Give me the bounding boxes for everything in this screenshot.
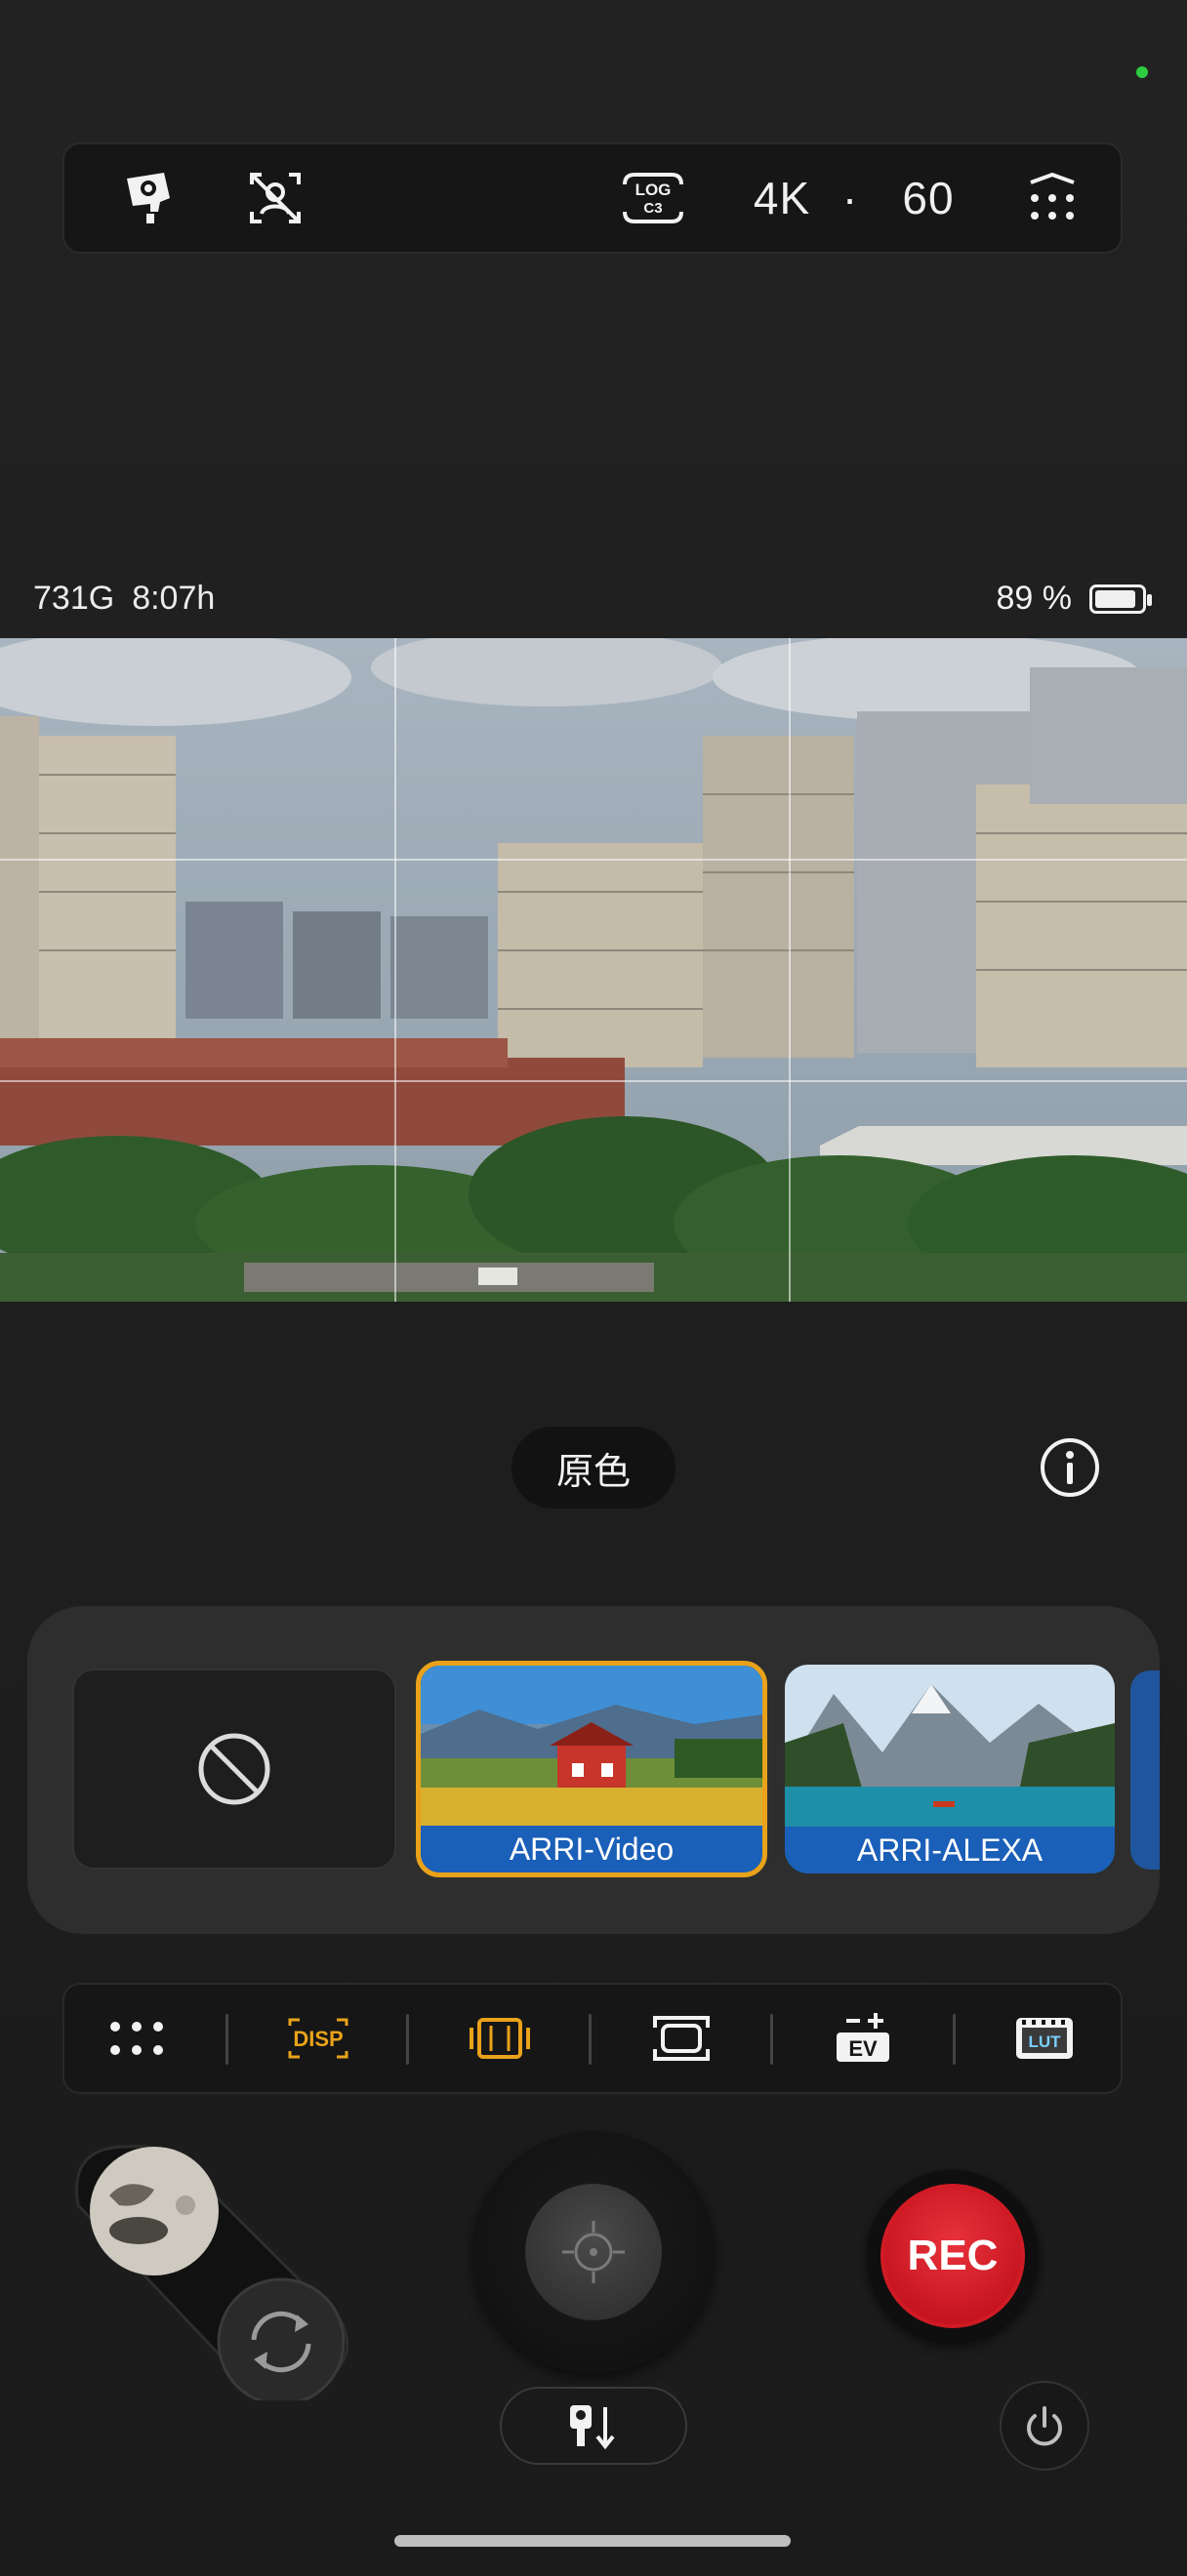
- storage-remaining: 731G: [33, 580, 115, 617]
- grid-line-h2: [0, 1080, 1187, 1082]
- disp-icon: DISP: [288, 2018, 348, 2059]
- current-filter-label[interactable]: 原色: [512, 1427, 675, 1509]
- film-frame-button[interactable]: [441, 1985, 558, 2092]
- gimbal-mode-icon: [570, 2405, 615, 2450]
- power-button[interactable]: [1000, 2381, 1089, 2471]
- lut-none-option[interactable]: [72, 1669, 396, 1870]
- recording-info: 731G 8:07h: [33, 580, 215, 618]
- grid-line-h1: [0, 859, 1187, 861]
- home-indicator[interactable]: [394, 2535, 791, 2547]
- resolution-separator: ·: [841, 173, 859, 223]
- log-profile-button[interactable]: LOG C3: [599, 144, 707, 252]
- exposure-button[interactable]: EV: [804, 1985, 921, 2092]
- settings-dots-icon: [1030, 172, 1075, 220]
- grid-line-v1: [394, 638, 396, 1302]
- toolbar-separator: [953, 2014, 956, 2065]
- battery-level-fill: [1095, 589, 1135, 608]
- filter-info-button[interactable]: [1039, 1436, 1101, 1499]
- viewfinder-scene: [0, 638, 1187, 1302]
- camera-mode-button[interactable]: [103, 144, 201, 252]
- time-remaining: 8:07h: [132, 580, 216, 617]
- film-frame-icon: [470, 2018, 530, 2059]
- lens-switch-track: [75, 2145, 349, 2406]
- disp-text: DISP: [293, 2027, 343, 2051]
- gimbal-joystick[interactable]: [525, 2184, 662, 2320]
- power-icon: [1027, 2406, 1062, 2446]
- lut-selector-panel: ARRI-Video ARRI-ALEXA: [27, 1606, 1160, 1934]
- function-toolbar: DISP EV LUT: [62, 1983, 1123, 2094]
- lut-text: LUT: [1028, 2033, 1061, 2051]
- lut-button[interactable]: LUT: [986, 1985, 1103, 2092]
- ev-icon: EV: [837, 2013, 889, 2062]
- battery-info: 89 %: [996, 580, 1152, 618]
- toolbar-separator: [770, 2014, 773, 2065]
- camera-screen: LOG C3 4K · 60 731G 8:07h 89 % 原色 ARRI-V…: [0, 0, 1187, 2576]
- camera-viewfinder[interactable]: [0, 638, 1187, 1302]
- lens-switch-slider[interactable]: [59, 2137, 371, 2406]
- toolbar-separator: [589, 2014, 592, 2065]
- toolbar-separator: [225, 2014, 228, 2065]
- lut-icon: LUT: [1016, 2018, 1073, 2059]
- frame-rate-label[interactable]: 60: [875, 144, 982, 252]
- battery-percent: 89 %: [996, 580, 1073, 617]
- record-button[interactable]: REC: [880, 2184, 1025, 2328]
- lut-option-arri-alexa[interactable]: ARRI-ALEXA: [785, 1665, 1115, 1873]
- top-toolbar: LOG C3 4K · 60: [62, 142, 1123, 254]
- lut-option-label: ARRI-Video: [421, 1826, 762, 1872]
- toolbar-separator: [406, 2014, 409, 2065]
- none-icon: [198, 1733, 270, 1805]
- info-icon: [1041, 1438, 1099, 1497]
- lut-option-arri-video[interactable]: ARRI-Video: [416, 1661, 767, 1877]
- battery-icon: [1089, 584, 1152, 614]
- log-badge-subtext: C3: [643, 200, 662, 217]
- quick-settings-button[interactable]: [1003, 144, 1101, 252]
- resolution-label[interactable]: 4K: [728, 144, 836, 252]
- crosshair-icon: [562, 2221, 625, 2283]
- ev-text: EV: [848, 2036, 878, 2061]
- more-grid-icon: [110, 2022, 163, 2055]
- face-tracking-off-icon: [250, 173, 301, 223]
- grid-line-v2: [789, 638, 791, 1302]
- log-badge-text: LOG: [635, 181, 672, 199]
- frame-guide-button[interactable]: [623, 1985, 740, 2092]
- log-c3-badge-icon: LOG C3: [623, 173, 683, 223]
- frame-guide-icon: [653, 2016, 710, 2061]
- face-tracking-off-button[interactable]: [226, 144, 324, 252]
- video-camera-icon: [127, 173, 170, 223]
- disp-button[interactable]: DISP: [260, 1985, 377, 2092]
- more-functions-button[interactable]: [78, 1985, 195, 2092]
- lut-option-partial[interactable]: [1130, 1670, 1160, 1870]
- recording-status-dot: [1136, 66, 1148, 78]
- lut-option-label: ARRI-ALEXA: [785, 1827, 1115, 1873]
- gimbal-mode-button[interactable]: [500, 2387, 687, 2465]
